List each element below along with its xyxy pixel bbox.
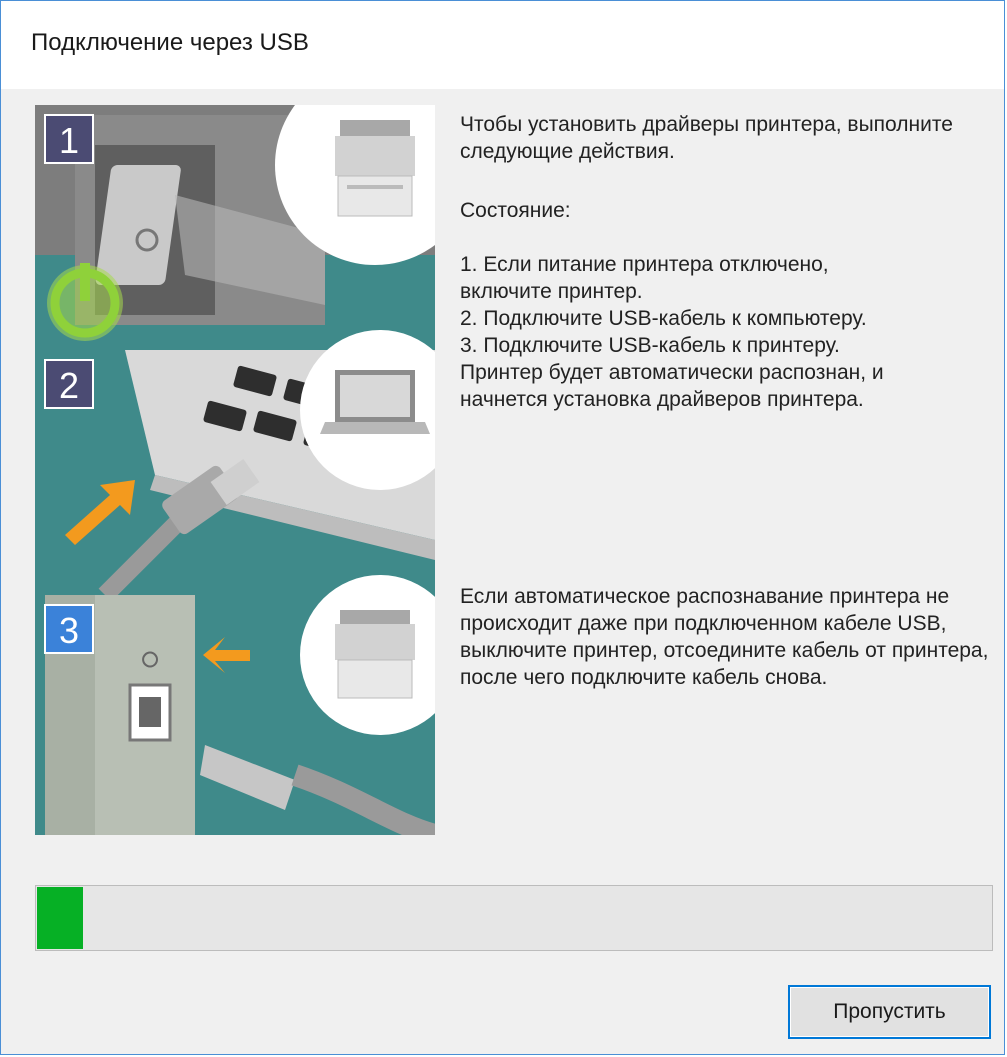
printer-icon [335,610,415,699]
printer-icon [335,120,415,217]
laptop-icon [320,370,430,434]
skip-button[interactable]: Пропустить [788,985,991,1039]
panel-1-power-on: 1 [35,105,435,350]
step-badge-1: 1 [59,120,79,161]
step-line: Принтер будет автоматически распознан, и [460,361,884,384]
steps-list: 1. Если питание принтера отключено, вклю… [460,251,990,413]
panel-3-connect-printer: ⭘ 3 [35,575,435,835]
step-badge-2: 2 [59,365,79,406]
window-title: Подключение через USB [31,29,309,56]
step-line: начнется установка драйверов принтера. [460,388,864,411]
troubleshooting-note: Если автоматическое распознавание принте… [460,585,989,689]
progress-bar [35,885,993,951]
step-line: включите принтер. [460,280,643,303]
panel-2-connect-computer: 2 [35,330,435,602]
connection-illustration: 1 2 ⭘ 3 [35,105,435,835]
svg-text:⭘: ⭘ [141,648,159,673]
intro-text: Чтобы установить драйверы принтера, выпо… [460,113,953,163]
step-line: 1. Если питание принтера отключено, [460,253,829,276]
usb-connection-dialog: Подключение через USB 1 2 ⭘ 3 Чтобы уста… [0,0,1005,1055]
progress-fill [37,887,83,949]
step-badge-3: 3 [59,610,79,651]
step-line: 2. Подключите USB-кабель к компьютеру. [460,307,867,330]
step-line: 3. Подключите USB-кабель к принтеру. [460,334,840,357]
status-label: Состояние: [460,199,571,222]
title-bar: Подключение через USB [1,1,1004,89]
